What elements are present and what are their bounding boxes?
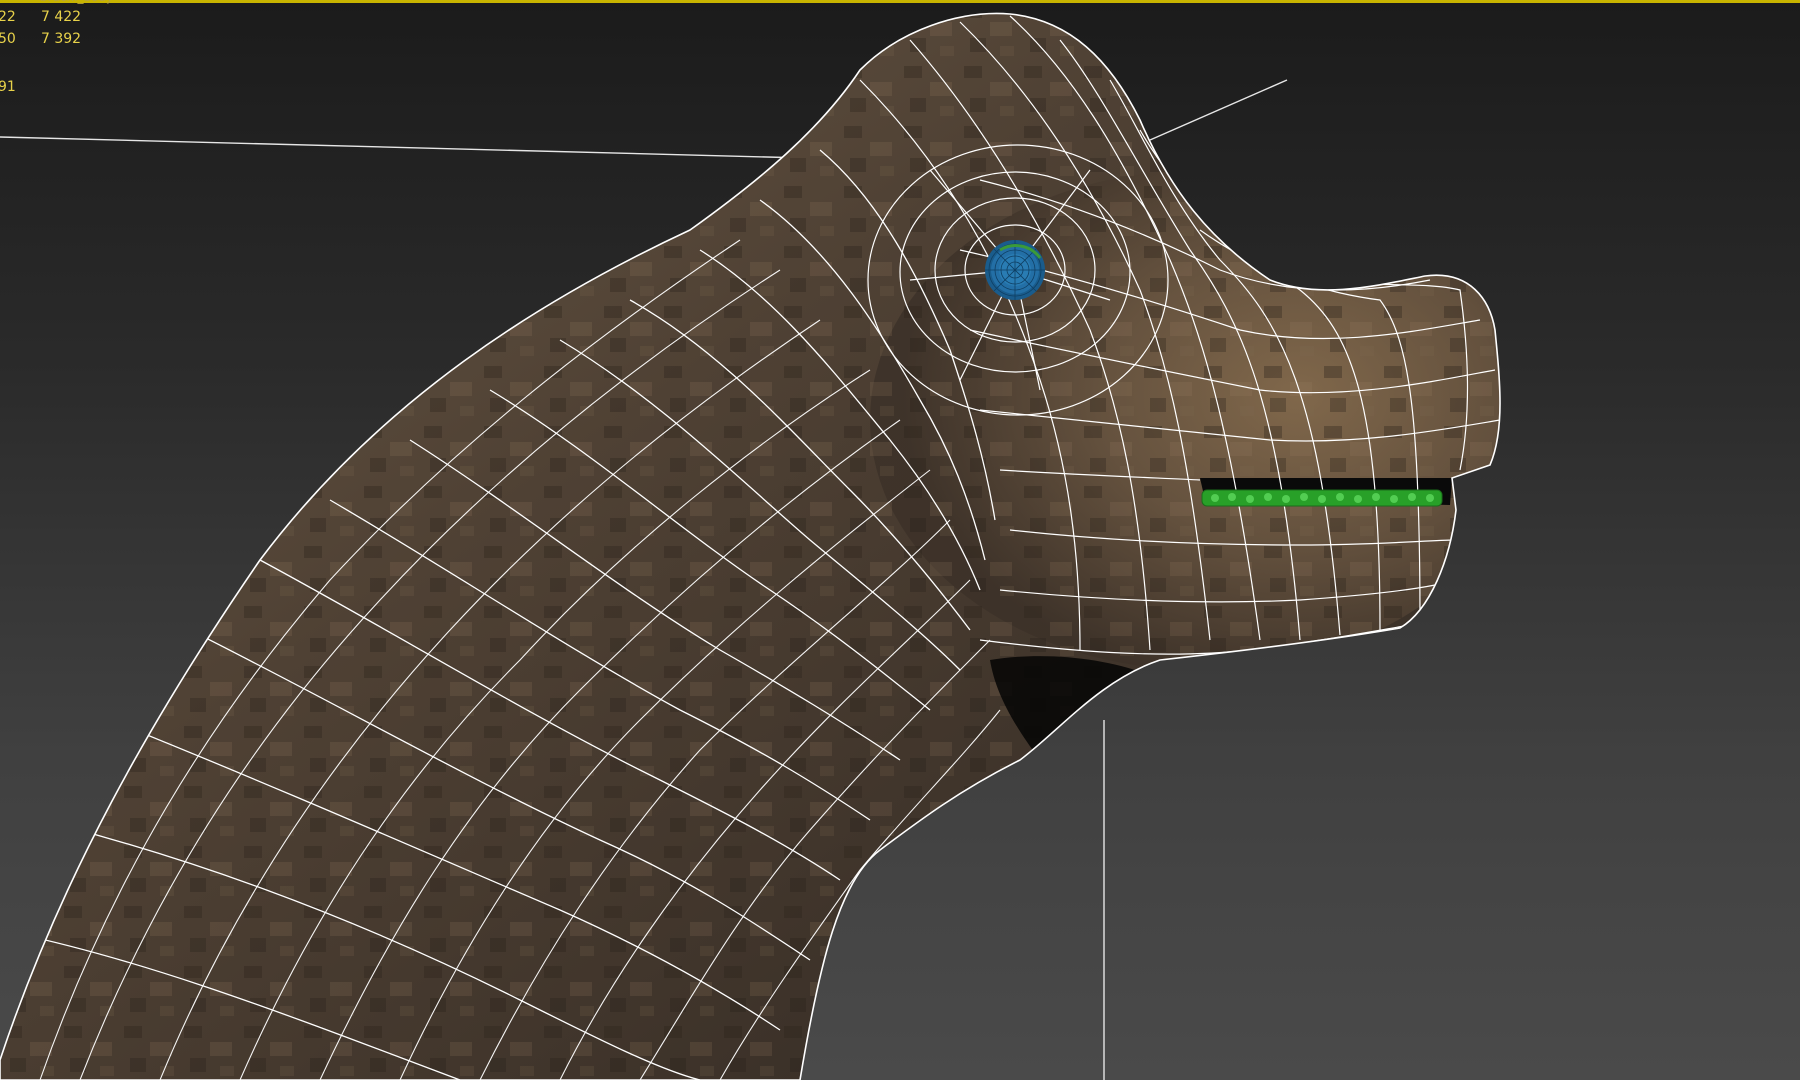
eye-mesh[interactable]	[985, 240, 1045, 300]
teeth-mesh[interactable]	[1201, 489, 1443, 507]
perspective-viewport[interactable]: brachi_body 22 7 422 50 7 392 91	[0, 0, 1800, 1080]
scene-render[interactable]	[0, 0, 1800, 1080]
grid-line	[1149, 79, 1288, 141]
dinosaur-mesh[interactable]	[0, 0, 1800, 1080]
grid-line	[0, 136, 806, 159]
